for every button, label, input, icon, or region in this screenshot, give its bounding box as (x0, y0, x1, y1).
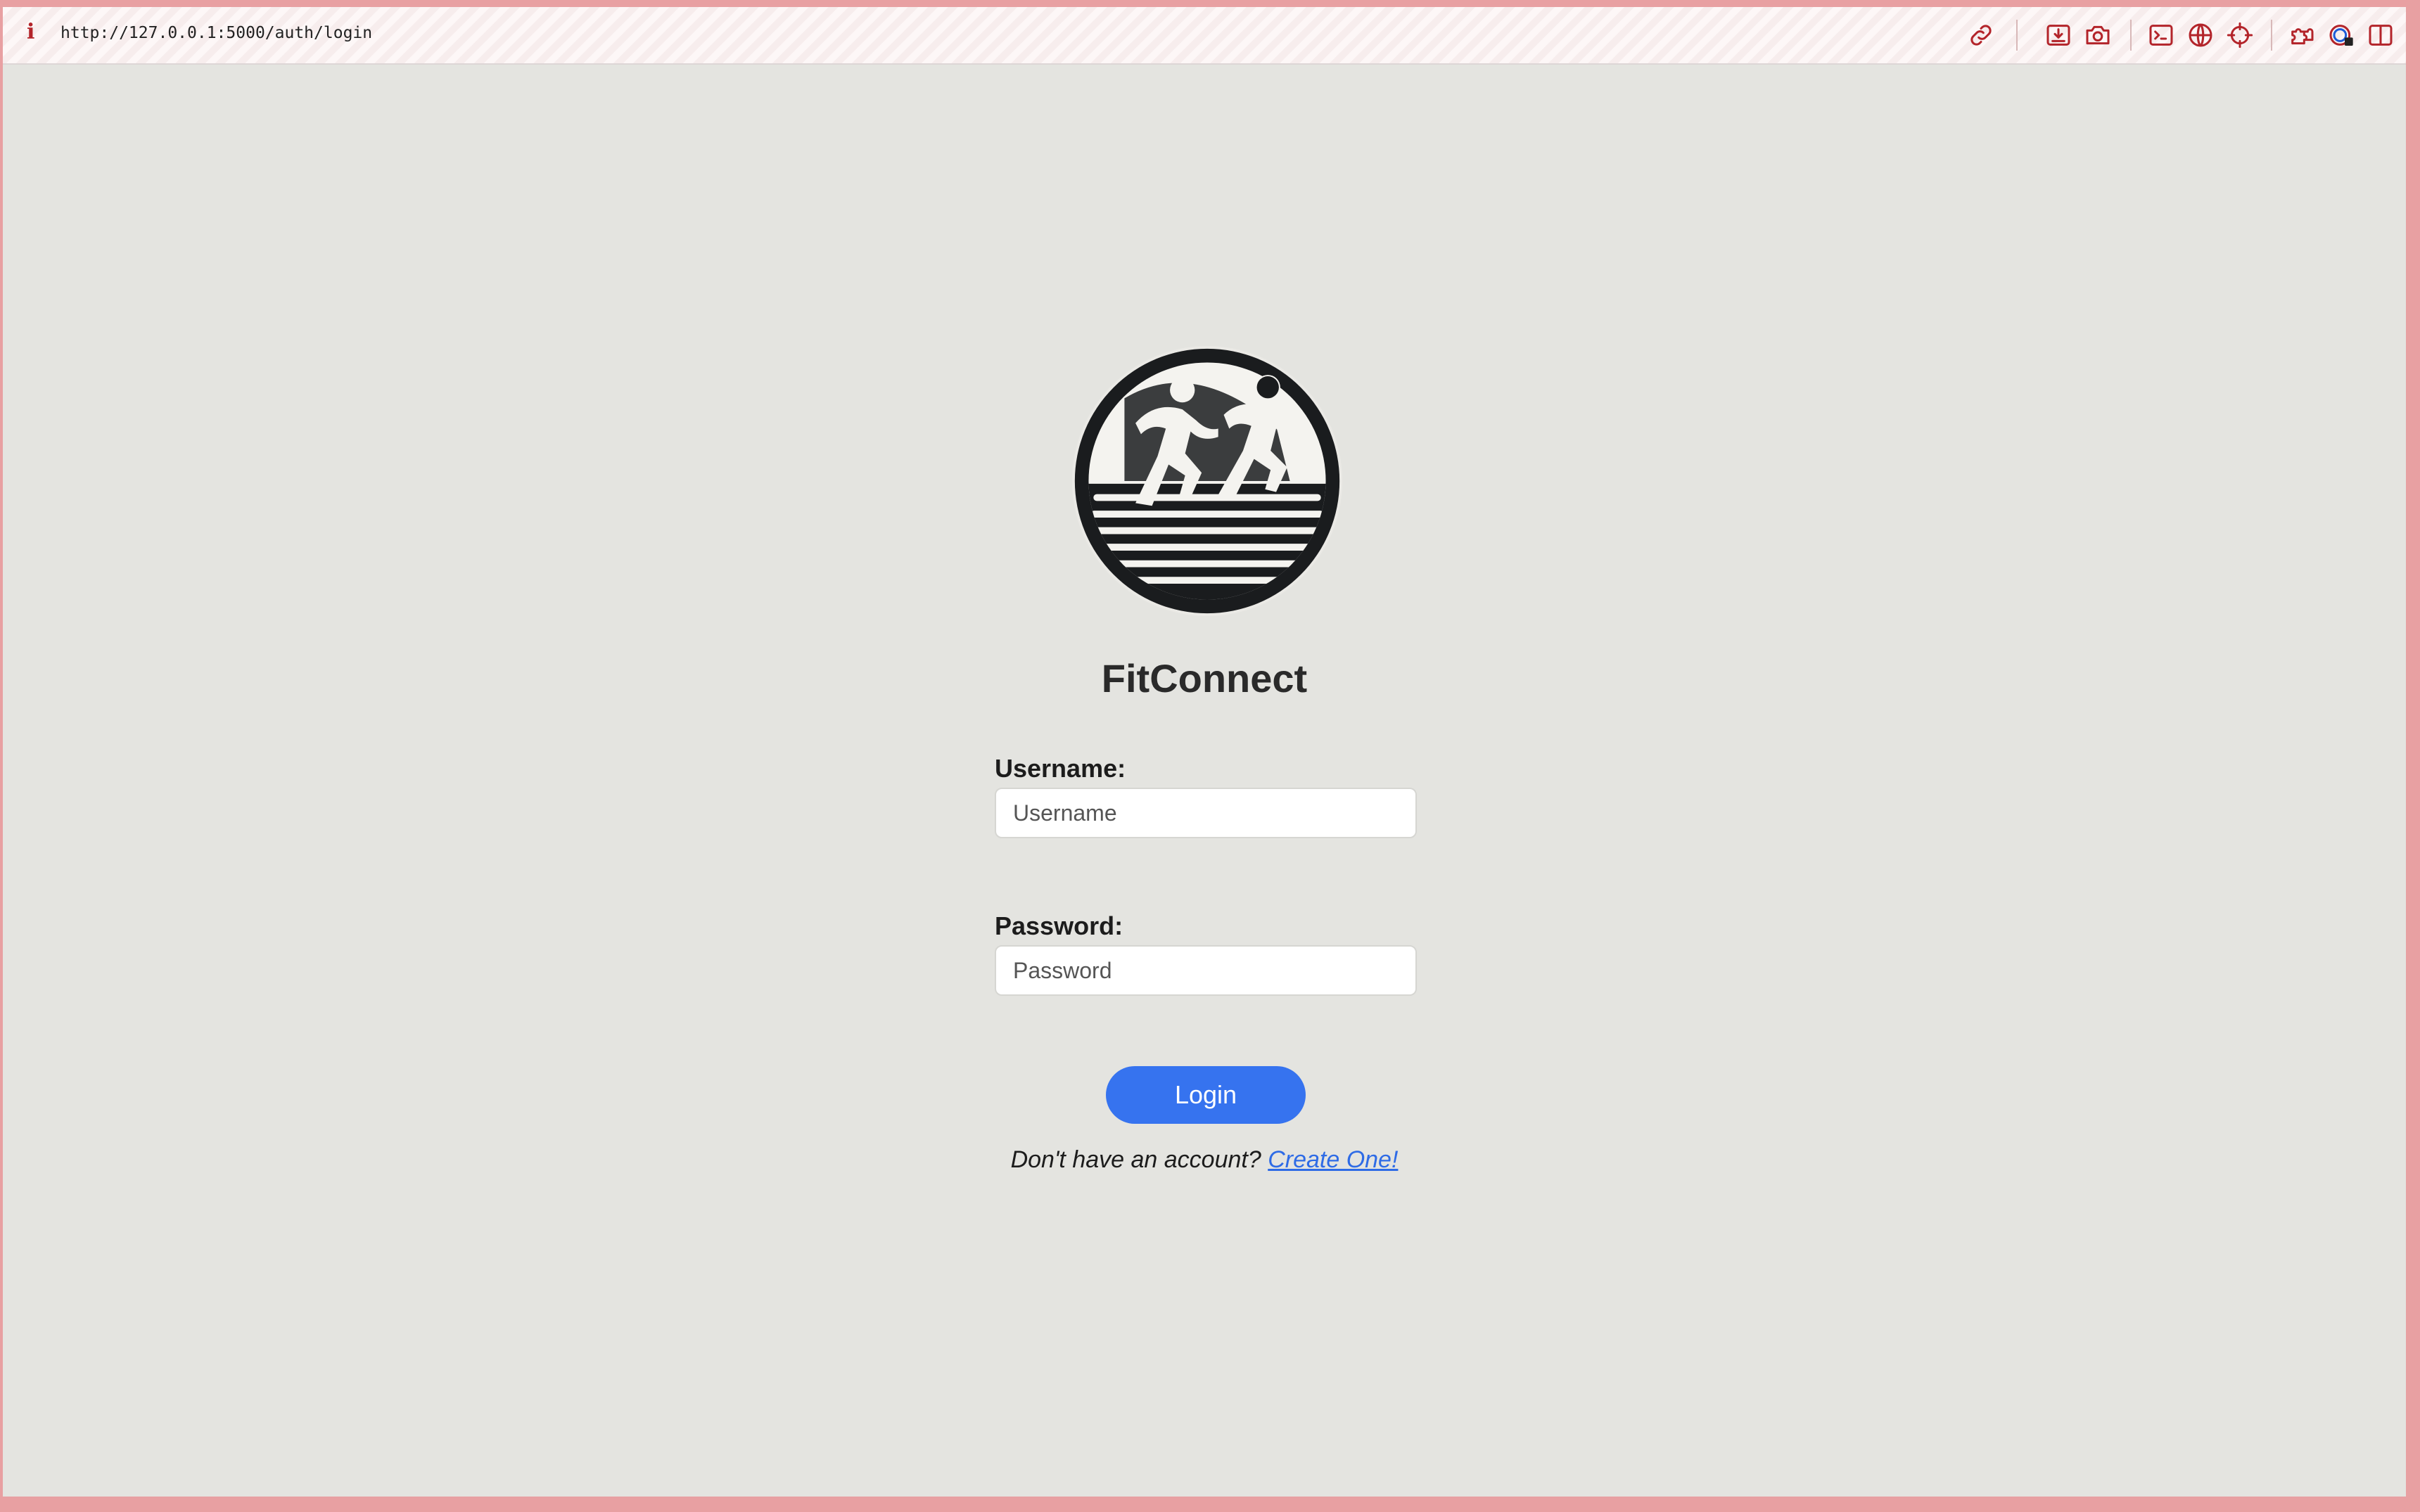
toolbar-divider (2130, 20, 2132, 51)
sidebar-icon[interactable] (2367, 21, 2395, 49)
puzzle-icon[interactable] (2288, 21, 2316, 49)
download-icon[interactable] (2044, 21, 2072, 49)
browser-window: i http://127.0.0.1:5000/auth/login FitCo… (3, 7, 2406, 1497)
site-info-icon[interactable]: i (27, 20, 34, 44)
password-manager-icon[interactable] (2327, 21, 2355, 49)
login-page: FitConnect Username: Password: Login Don… (3, 65, 2406, 1497)
password-label: Password: (995, 911, 1123, 940)
create-account-link[interactable]: Create One! (1268, 1146, 1398, 1173)
username-input[interactable] (995, 788, 1417, 838)
address-bar[interactable]: http://127.0.0.1:5000/auth/login (60, 24, 372, 42)
signup-prompt-text: Don't have an account? (1010, 1146, 1261, 1173)
login-button[interactable]: Login (1106, 1066, 1306, 1124)
runners-logo-icon (1069, 343, 1345, 619)
username-label: Username: (995, 754, 1126, 783)
signup-prompt: Don't have an account? Create One! (3, 1146, 2406, 1174)
app-title: FitConnect (1101, 656, 1308, 700)
terminal-icon[interactable] (2147, 21, 2175, 49)
toolbar-divider (2271, 20, 2272, 51)
password-input[interactable] (995, 945, 1417, 996)
toolbar-divider (2016, 20, 2018, 51)
link-icon[interactable] (1967, 21, 1995, 49)
globe-icon[interactable] (2186, 21, 2215, 49)
browser-toolbar: i http://127.0.0.1:5000/auth/login (3, 7, 2406, 65)
camera-icon[interactable] (2084, 21, 2112, 49)
crosshair-icon[interactable] (2226, 21, 2254, 49)
